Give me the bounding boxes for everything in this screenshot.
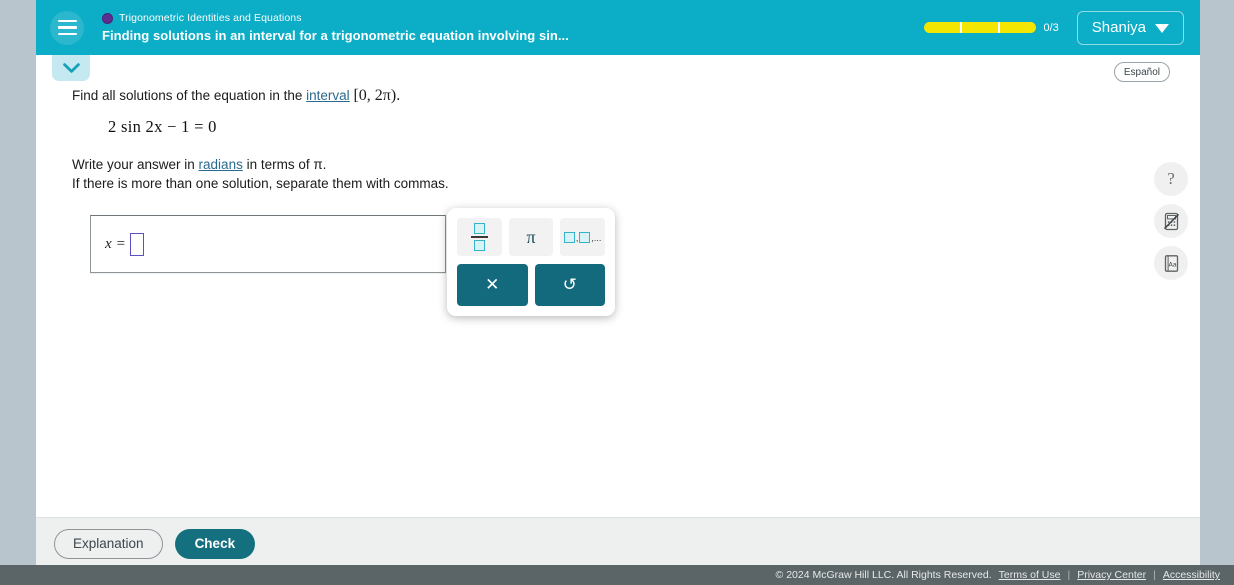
progress-segment xyxy=(924,22,963,33)
equation-text: 2 sin 2x − 1 = 0 xyxy=(108,117,217,136)
footer-separator: | xyxy=(1067,569,1071,581)
close-icon: ✕ xyxy=(485,275,500,294)
collapse-panel-toggle[interactable] xyxy=(52,55,90,81)
comma-list-key[interactable]: , ,... xyxy=(560,218,606,256)
fraction-bar xyxy=(470,236,488,238)
check-button[interactable]: Check xyxy=(174,528,256,559)
prompt-text-before: Find all solutions of the equation in th… xyxy=(72,88,307,103)
page-title: Finding solutions in an interval for a t… xyxy=(102,27,569,43)
progress-bar xyxy=(924,22,1037,33)
answer-variable-label: x xyxy=(105,235,112,252)
tool-rail: ? Aa xyxy=(1154,162,1188,280)
progress-segment xyxy=(962,22,1001,33)
undo-key[interactable]: ↺ xyxy=(534,264,605,306)
accessibility-link[interactable]: Accessibility xyxy=(1163,569,1220,581)
answer-placeholder-slot[interactable] xyxy=(130,232,145,256)
fraction-denominator-box xyxy=(473,239,485,251)
topic-label: Trigonometric Identities and Equations xyxy=(119,11,302,24)
interval-notation: [0, 2π). xyxy=(353,87,401,104)
help-button[interactable]: ? xyxy=(1154,162,1188,196)
keypad-symbol-row: π , ,... xyxy=(457,218,606,256)
pi-key[interactable]: π xyxy=(508,218,554,256)
undo-icon: ↺ xyxy=(562,275,577,294)
progress-indicator: 0/3 xyxy=(924,21,1059,34)
hamburger-line xyxy=(57,32,77,36)
list-icon: , ,... xyxy=(563,231,602,243)
top-header-bar: Trigonometric Identities and Equations F… xyxy=(36,0,1200,55)
fraction-numerator-box xyxy=(473,223,485,235)
list-box-1 xyxy=(563,231,575,243)
terms-of-use-link[interactable]: Terms of Use xyxy=(999,569,1061,581)
answer-instructions: Write your answer in radians in terms of… xyxy=(72,155,449,193)
action-bar: Explanation Check xyxy=(36,517,1200,569)
progress-segment xyxy=(1000,22,1036,33)
progress-count-label: 0/3 xyxy=(1043,21,1059,34)
question-prompt: Find all solutions of the equation in th… xyxy=(72,85,400,107)
math-keypad-panel: π , ,... ✕ ↺ xyxy=(447,208,615,316)
reference-book-icon: Aa xyxy=(1164,254,1178,272)
copyright-text: © 2024 McGraw Hill LLC. All Rights Reser… xyxy=(775,569,992,581)
privacy-center-link[interactable]: Privacy Center xyxy=(1077,569,1146,581)
calculator-crossed-out-icon xyxy=(1163,212,1179,230)
user-menu-button[interactable]: Shaniya xyxy=(1076,10,1184,45)
svg-text:Aa: Aa xyxy=(1168,260,1176,268)
keypad-action-row: ✕ ↺ xyxy=(457,264,605,306)
chevron-down-icon xyxy=(62,62,80,73)
copyright-footer: © 2024 McGraw Hill LLC. All Rights Reser… xyxy=(0,565,1234,585)
instruction-line-2: If there is more than one solution, sepa… xyxy=(72,176,449,192)
equation-display: 2 sin 2x − 1 = 0 xyxy=(108,117,217,137)
topic-line: Trigonometric Identities and Equations xyxy=(102,11,924,24)
instruction-text-after: in terms of π. xyxy=(242,157,327,172)
instruction-text-before: Write your answer in xyxy=(72,157,199,172)
footer-separator: | xyxy=(1153,569,1156,581)
answer-equals-sign: = xyxy=(116,235,126,252)
list-ellipsis: ,... xyxy=(591,232,602,243)
calculator-disabled-button[interactable] xyxy=(1154,204,1188,238)
hamburger-menu-icon[interactable] xyxy=(50,10,84,45)
list-comma-1: , xyxy=(575,232,579,243)
espanol-language-button[interactable]: Español xyxy=(1113,62,1170,82)
hamburger-line xyxy=(57,26,77,29)
radians-glossary-link[interactable]: radians xyxy=(199,157,243,172)
explanation-button[interactable]: Explanation xyxy=(54,528,163,559)
answer-expression: x = xyxy=(105,232,145,256)
list-box-2 xyxy=(579,231,591,243)
question-content-area: Find all solutions of the equation in th… xyxy=(36,55,1200,516)
hamburger-line xyxy=(57,19,77,23)
question-mark-icon: ? xyxy=(1167,169,1175,188)
instruction-line-1: Write your answer in radians in terms of… xyxy=(72,155,449,174)
reference-button[interactable]: Aa xyxy=(1154,246,1188,280)
espanol-label: Español xyxy=(1123,66,1160,78)
header-title-block: Trigonometric Identities and Equations F… xyxy=(102,11,924,43)
user-name-label: Shaniya xyxy=(1091,19,1146,36)
interval-glossary-link[interactable]: interval xyxy=(306,88,350,103)
chevron-down-icon xyxy=(1155,24,1169,33)
app-window: Trigonometric Identities and Equations F… xyxy=(36,0,1200,585)
clear-key[interactable]: ✕ xyxy=(457,264,528,306)
fraction-key[interactable] xyxy=(457,218,502,256)
topic-status-dot-icon xyxy=(102,12,113,24)
answer-input-field[interactable]: x = xyxy=(90,215,446,273)
fraction-icon xyxy=(470,223,488,251)
pi-icon: π xyxy=(526,226,536,247)
